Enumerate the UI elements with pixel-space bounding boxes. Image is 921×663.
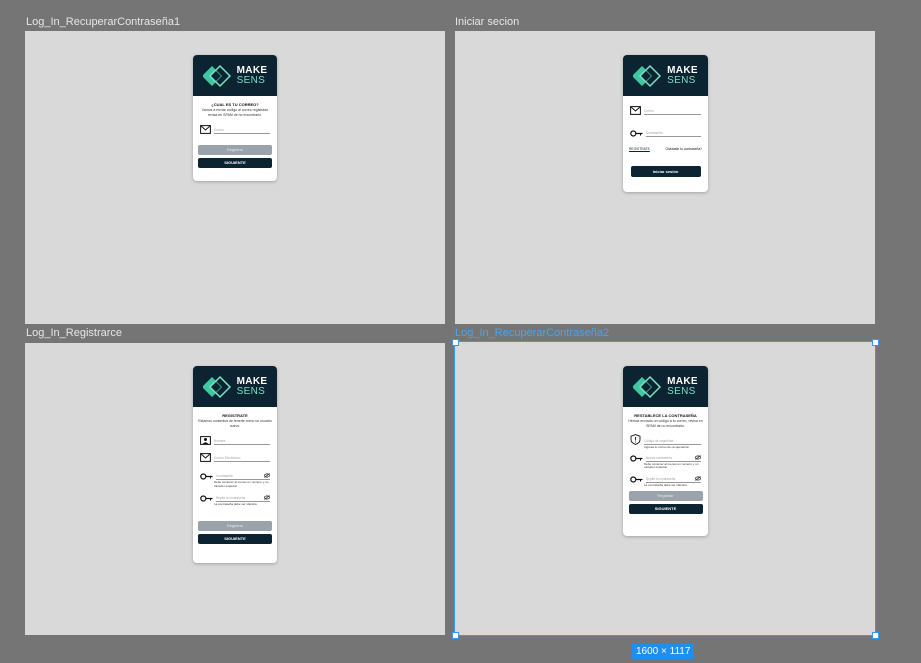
page-title: ¿CUAL ES TU CORREO? bbox=[211, 102, 259, 107]
logo-make: MAKE bbox=[667, 64, 698, 76]
card-header: MAKE SENS bbox=[623, 366, 708, 407]
key-icon bbox=[630, 476, 643, 483]
new-password-helper: Debe contener al menos un numero y un ca… bbox=[644, 461, 699, 470]
register-button[interactable]: Registrar bbox=[198, 145, 272, 156]
key-icon bbox=[630, 130, 643, 137]
logo-make: MAKE bbox=[236, 64, 268, 76]
frame-label-register[interactable]: Log_In_Registrarce bbox=[26, 327, 122, 339]
shield-icon bbox=[630, 434, 641, 445]
page-subtitle: Vamos a enviar código al correo registra… bbox=[201, 108, 269, 117]
logo-text: MAKE SENS bbox=[236, 375, 268, 397]
next-button[interactable]: SIGUIENTE bbox=[198, 158, 272, 169]
page-title: RESTABLECE LA CONTRASEÑA bbox=[634, 413, 697, 418]
logo-icon bbox=[202, 64, 231, 87]
logo-sens: SENS bbox=[667, 385, 696, 397]
password-field[interactable]: Contraseña bbox=[198, 472, 272, 481]
login-button[interactable]: Iniciar sesión bbox=[630, 166, 701, 177]
logo-make: MAKE bbox=[667, 375, 698, 387]
card-header: MAKE SENS bbox=[193, 55, 277, 96]
card-header: MAKE SENS bbox=[623, 55, 708, 96]
next-button[interactable]: SIGUIENTE bbox=[198, 533, 272, 544]
new-password-field[interactable]: Nueva contraseña bbox=[628, 454, 703, 462]
card-register: MAKE SENS REGISTRATE Estamos contentos d… bbox=[193, 366, 277, 563]
user-icon bbox=[200, 436, 211, 445]
eye-off-icon[interactable] bbox=[695, 476, 701, 481]
email-placeholder: Correo Electrónico bbox=[214, 456, 241, 461]
email-field[interactable]: Correo bbox=[198, 125, 272, 135]
eye-off-icon[interactable] bbox=[264, 495, 270, 501]
key-icon bbox=[200, 473, 213, 480]
resize-handle-bottom-left[interactable] bbox=[452, 632, 459, 639]
page-title: REGISTRATE bbox=[222, 413, 248, 418]
repeat-password-field[interactable]: Repite la contraseña bbox=[198, 494, 272, 503]
repeat-password-placeholder: Repite la contraseña bbox=[216, 496, 246, 501]
name-placeholder: Nombre bbox=[214, 439, 226, 444]
eye-off-icon[interactable] bbox=[264, 473, 270, 478]
password-placeholder: Contraseña bbox=[646, 131, 663, 135]
page-subtitle: Hemos enviado un código a tu correo, rev… bbox=[628, 419, 703, 428]
email-placeholder: Correo bbox=[644, 109, 654, 113]
resize-handle-top-right[interactable] bbox=[872, 339, 879, 346]
register-button[interactable]: Registrar bbox=[198, 520, 272, 531]
mail-icon bbox=[630, 106, 641, 115]
frame-register[interactable]: MAKE SENS REGISTRATE Estamos contentos d… bbox=[25, 343, 445, 635]
security-code-field[interactable]: Código de seguridad bbox=[628, 434, 703, 446]
new-password-placeholder: Nueva contraseña bbox=[646, 455, 672, 460]
logo-sens: SENS bbox=[667, 74, 696, 86]
mail-icon bbox=[200, 125, 211, 134]
logo-text: MAKE SENS bbox=[236, 64, 268, 86]
forgot-password-link[interactable]: Olvidaste tu contraseña? bbox=[666, 147, 702, 151]
register-button[interactable]: Registrar bbox=[628, 491, 703, 502]
frame-recover2[interactable]: MAKE SENS RESTABLECE LA CONTRASEÑA Hemos… bbox=[454, 341, 876, 636]
password-field[interactable]: Contraseña bbox=[628, 129, 703, 137]
email-placeholder: Correo bbox=[214, 128, 224, 133]
register-link[interactable]: REGISTRATE bbox=[629, 147, 650, 151]
logo-sens: SENS bbox=[236, 74, 266, 86]
frame-label-recover1[interactable]: Log_In_RecuperarContraseña1 bbox=[26, 16, 180, 28]
frame-recover1[interactable]: MAKE SENS ¿CUAL ES TU CORREO? Vamos a en… bbox=[25, 31, 445, 324]
security-code-helper: Ingresa tu correo de recuperación bbox=[644, 445, 690, 450]
logo-icon bbox=[202, 375, 231, 398]
logo-make: MAKE bbox=[236, 375, 268, 387]
card-header: MAKE SENS bbox=[193, 366, 277, 407]
logo-text: MAKE SENS bbox=[667, 375, 698, 397]
name-field[interactable]: Nombre bbox=[198, 436, 272, 446]
resize-handle-bottom-right[interactable] bbox=[872, 632, 879, 639]
email-field[interactable]: Correo Electrónico bbox=[198, 453, 272, 463]
resize-handle-top-left[interactable] bbox=[452, 339, 459, 346]
page-subtitle: Estamos contentos de tenerte como un usu… bbox=[198, 419, 272, 428]
selection-size-badge: 1600 × 1117 bbox=[632, 644, 695, 659]
password-helper: Debe contener al menos un numero y un ca… bbox=[214, 480, 269, 488]
key-icon bbox=[630, 455, 643, 462]
logo-icon bbox=[633, 375, 662, 398]
logo-text: MAKE SENS bbox=[667, 64, 698, 86]
security-code-placeholder: Código de seguridad bbox=[644, 439, 674, 444]
frame-label-login[interactable]: Iniciar secion bbox=[455, 16, 519, 28]
repeat-password-placeholder: Repite la contraseña bbox=[646, 476, 676, 481]
next-button[interactable]: SIGUIENTE bbox=[628, 504, 703, 515]
logo-icon bbox=[633, 64, 662, 87]
card-login: MAKE SENS Correo Contraseña REGISTRATE O… bbox=[623, 55, 708, 192]
card-recover1: MAKE SENS ¿CUAL ES TU CORREO? Vamos a en… bbox=[193, 55, 277, 181]
frame-login[interactable]: MAKE SENS Correo Contraseña REGISTRATE O… bbox=[455, 31, 875, 324]
repeat-password-field[interactable]: Repite la contraseña bbox=[628, 475, 703, 483]
card-recover2: MAKE SENS RESTABLECE LA CONTRASEÑA Hemos… bbox=[623, 366, 708, 536]
mail-icon bbox=[200, 453, 211, 462]
password-placeholder: Contraseña bbox=[216, 474, 233, 479]
email-field[interactable]: Correo bbox=[628, 106, 703, 115]
logo-sens: SENS bbox=[236, 385, 266, 397]
frame-label-recover2[interactable]: Log_In_RecuperarContraseña2 bbox=[455, 327, 609, 339]
key-icon bbox=[200, 495, 213, 502]
eye-off-icon[interactable] bbox=[695, 454, 701, 460]
